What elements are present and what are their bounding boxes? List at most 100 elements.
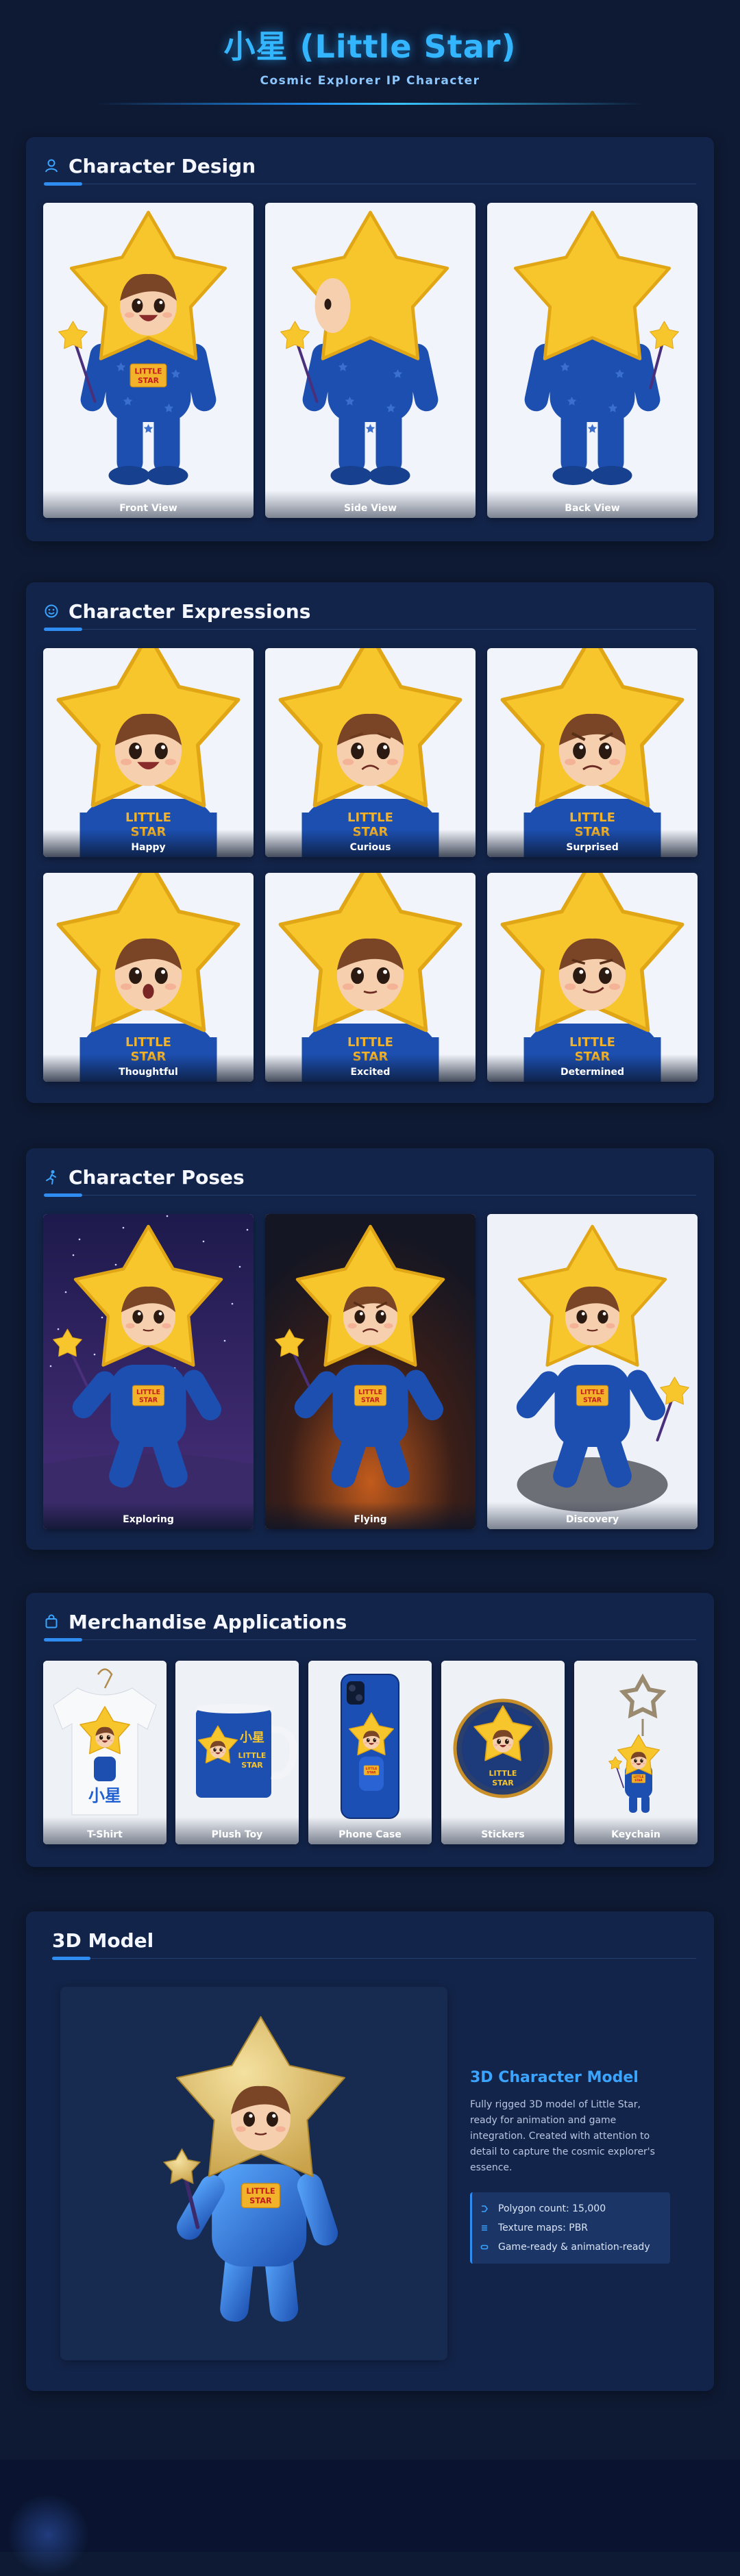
card-caption: Surprised <box>487 830 698 857</box>
page-header: 小星 (Little Star) Cosmic Explorer IP Char… <box>0 0 740 130</box>
merch-card-keychain[interactable]: LITTLE STAR Keychain <box>574 1661 698 1844</box>
svg-text:LITTLE: LITTLE <box>136 1389 160 1396</box>
card-caption: Back View <box>487 491 698 518</box>
card-caption: Keychain <box>574 1817 698 1844</box>
svg-text:LITTLE: LITTLE <box>347 810 393 825</box>
polygon-icon <box>482 2205 488 2212</box>
svg-text:STAR: STAR <box>138 376 160 385</box>
svg-text:STAR: STAR <box>583 1396 602 1404</box>
spec-text: Game-ready & animation-ready <box>498 2242 650 2253</box>
section-header: Character Expressions <box>44 597 310 625</box>
model-info-title: 3D Character Model <box>470 2069 639 2086</box>
back-view-card[interactable]: Back View <box>487 203 698 518</box>
svg-text:小星: 小星 <box>240 1731 264 1745</box>
svg-text:STAR: STAR <box>492 1779 514 1787</box>
svg-text:LITTLE: LITTLE <box>580 1389 604 1396</box>
svg-text:LITTLE: LITTLE <box>569 1035 615 1050</box>
card-caption: Determined <box>487 1054 698 1082</box>
svg-text:STAR: STAR <box>241 1761 263 1770</box>
smiley-icon <box>45 604 58 618</box>
3d-character-render: LITTLE STAR <box>60 1987 447 2360</box>
svg-text:STAR: STAR <box>634 1779 643 1782</box>
merch-card-phone-case[interactable]: LITTLE STAR Phone Case <box>308 1661 432 1844</box>
spec-text: Polygon count: 15,000 <box>498 2203 606 2214</box>
texture-icon <box>482 2225 487 2231</box>
3d-model-viewer[interactable]: LITTLE STAR <box>60 1987 447 2360</box>
page-title: 小星 (Little Star) <box>223 28 517 65</box>
section-title: 3D Model <box>52 1929 154 1952</box>
merch-card-plush-toy[interactable]: 小星 LITTLE STAR Plush Toy <box>175 1661 299 1844</box>
card-caption: Phone Case <box>308 1817 432 1844</box>
spec-item: Texture maps: PBR <box>480 2218 662 2238</box>
expression-card-thoughtful[interactable]: LITTLE STAR Thoughtful <box>43 873 254 1082</box>
card-caption: Excited <box>265 1054 476 1082</box>
footer-band <box>0 2460 740 2552</box>
merch-card-stickers[interactable]: LITTLE STAR Stickers <box>441 1661 565 1844</box>
expression-card-curious[interactable]: LITTLE STAR Curious <box>265 648 476 857</box>
card-caption: Stickers <box>441 1817 565 1844</box>
svg-text:LITTLE: LITTLE <box>569 810 615 825</box>
svg-text:LITTLE: LITTLE <box>358 1389 382 1396</box>
card-caption: Thoughtful <box>43 1054 254 1082</box>
svg-text:LITTLE: LITTLE <box>347 1035 393 1050</box>
pose-card-discovery[interactable]: LITTLE STAR Discovery <box>487 1214 698 1529</box>
expression-card-happy[interactable]: LITTLE STAR Happy <box>43 648 254 857</box>
svg-text:LITTLE: LITTLE <box>125 1035 171 1050</box>
svg-text:小星: 小星 <box>88 1786 121 1805</box>
pose-card-flying[interactable]: LITTLE STAR Flying <box>265 1214 476 1529</box>
section-header: Merchandise Applications <box>44 1608 347 1635</box>
section-divider <box>44 1639 696 1640</box>
expression-card-determined[interactable]: LITTLE STAR Determined <box>487 873 698 1082</box>
svg-text:STAR: STAR <box>361 1396 380 1404</box>
svg-text:LITTLE: LITTLE <box>134 367 162 376</box>
card-caption: Happy <box>43 830 254 857</box>
decorative-glow <box>7 2494 89 2576</box>
section-divider <box>44 1195 696 1196</box>
model-specs: Polygon count: 15,000 Texture maps: PBR … <box>470 2192 670 2264</box>
section-header: 3D Model <box>52 1927 153 1954</box>
card-caption: Curious <box>265 830 476 857</box>
svg-text:LITTLE: LITTLE <box>489 1769 517 1778</box>
card-caption: Discovery <box>487 1502 698 1529</box>
shopping-bag-icon <box>45 1614 58 1628</box>
svg-text:STAR: STAR <box>367 1771 376 1775</box>
section-accent <box>44 628 82 631</box>
svg-text:STAR: STAR <box>249 2196 272 2205</box>
svg-text:STAR: STAR <box>139 1396 158 1404</box>
card-caption: Plush Toy <box>175 1817 299 1844</box>
section-title: Character Design <box>69 154 256 177</box>
running-person-icon <box>46 1170 56 1185</box>
section-header: Character Design <box>44 152 256 179</box>
section-divider <box>52 1958 696 1959</box>
svg-text:LITTLE: LITTLE <box>246 2186 275 2196</box>
expression-card-excited[interactable]: LITTLE STAR Excited <box>265 873 476 1082</box>
card-caption: Flying <box>265 1502 476 1529</box>
section-header: Character Poses <box>44 1163 245 1191</box>
model-description: Fully rigged 3D model of Little Star, re… <box>470 2099 655 2173</box>
merch-card-tshirt[interactable]: 小星 T-Shirt <box>43 1661 166 1844</box>
section-title: Character Poses <box>69 1165 245 1189</box>
section-accent <box>52 1957 90 1960</box>
gamepad-icon <box>480 2244 489 2250</box>
character-expressions-section: Character Expressions LITTLE STAR Happy … <box>26 582 714 1103</box>
section-title: Character Expressions <box>69 599 311 623</box>
spec-item: Polygon count: 15,000 <box>480 2199 662 2218</box>
front-view-card[interactable]: LITTLE STAR Front View <box>43 203 254 518</box>
header-divider <box>96 103 644 105</box>
svg-text:LITTLE: LITTLE <box>366 1767 378 1771</box>
section-accent <box>44 182 82 186</box>
expression-card-surprised[interactable]: LITTLE STAR Surprised <box>487 648 698 857</box>
page-subtitle: Cosmic Explorer IP Character <box>260 74 480 88</box>
pose-card-exploring[interactable]: LITTLE STAR Exploring <box>43 1214 254 1529</box>
card-caption: T-Shirt <box>43 1817 166 1844</box>
section-divider <box>44 629 696 630</box>
card-caption: Side View <box>265 491 476 518</box>
section-accent <box>44 1193 82 1197</box>
model-info-panel: 3D Character Model Fully rigged 3D model… <box>470 2069 670 2264</box>
character-design-section: Character Design LITTLE STAR Front View <box>26 137 714 541</box>
section-title: Merchandise Applications <box>69 1610 347 1633</box>
spec-item: Game-ready & animation-ready <box>480 2238 662 2257</box>
side-view-card[interactable]: Side View <box>265 203 476 518</box>
svg-text:LITTLE: LITTLE <box>238 1751 267 1760</box>
section-accent <box>44 1638 82 1642</box>
